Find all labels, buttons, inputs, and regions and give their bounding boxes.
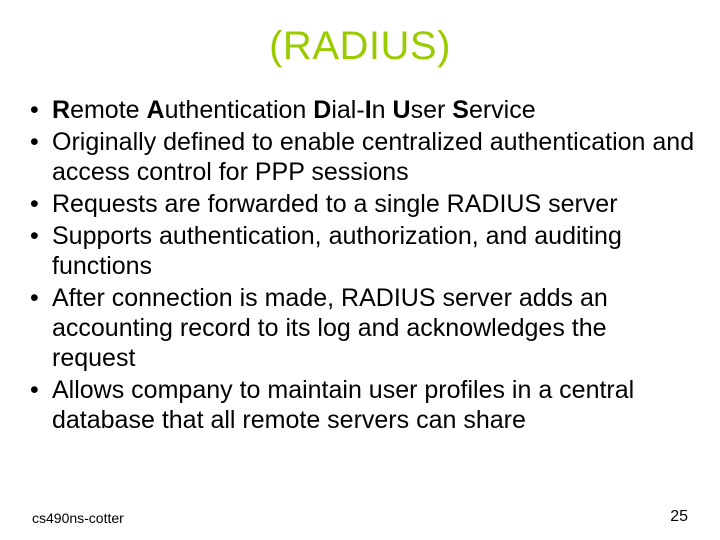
- acro-u-rest: ser: [411, 96, 453, 124]
- acro-a-rest: uthentication: [165, 96, 314, 124]
- bullet-item: After connection is made, RADIUS server …: [30, 283, 696, 373]
- acro-d-rest: ial-: [331, 96, 364, 124]
- acro-u: U: [393, 96, 411, 124]
- acro-d: D: [313, 96, 331, 124]
- slide-title: (RADIUS): [20, 24, 700, 69]
- bullet-item: Requests are forwarded to a single RADIU…: [30, 189, 696, 219]
- acro-i-rest: n: [372, 96, 393, 124]
- acro-i: I: [365, 96, 372, 124]
- acro-s-rest: ervice: [469, 96, 536, 124]
- acro-r: R: [52, 96, 70, 124]
- acro-a: A: [147, 96, 165, 124]
- bullet-list: Remote Authentication Dial-In User Servi…: [20, 95, 700, 435]
- bullet-item: Allows company to maintain user profiles…: [30, 375, 696, 435]
- footer-course: cs490ns-cotter: [32, 510, 124, 526]
- acro-r-rest: emote: [70, 96, 146, 124]
- bullet-item: Originally defined to enable centralized…: [30, 127, 696, 187]
- bullet-acronym: Remote Authentication Dial-In User Servi…: [30, 95, 696, 125]
- slide: (RADIUS) Remote Authentication Dial-In U…: [0, 0, 720, 540]
- acro-s: S: [452, 96, 469, 124]
- bullet-item: Supports authentication, authorization, …: [30, 221, 696, 281]
- slide-number: 25: [670, 508, 688, 526]
